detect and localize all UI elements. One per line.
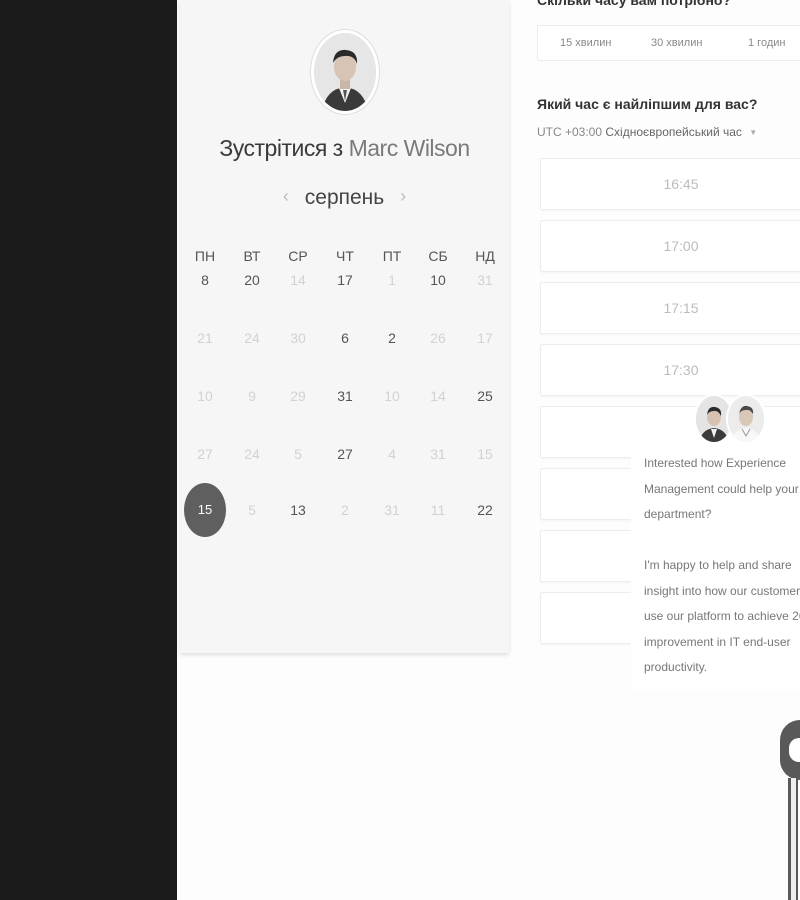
calendar-day: 11 — [430, 502, 446, 518]
calendar-day: 31 — [430, 446, 446, 462]
scheduler-card: Зустрітися з Marc Wilson ‹ серпень › ПН … — [180, 0, 509, 653]
calendar-day: 21 — [197, 330, 213, 346]
time-slot[interactable]: 17:00 — [540, 220, 800, 272]
calendar-day: 31 — [384, 502, 400, 518]
time-question: Який час є найліпшим для вас? — [537, 96, 758, 112]
calendar-day[interactable]: 10 — [418, 268, 458, 292]
time-slot-label: 17:30 — [663, 362, 699, 378]
month-navigation: ‹ серпень › — [180, 186, 509, 210]
weekday-label: НД — [475, 248, 495, 264]
calendar-day[interactable]: 22 — [465, 498, 505, 522]
time-slot[interactable]: 17:15 — [540, 282, 800, 334]
meeting-title-prefix: Зустрітися з — [219, 135, 343, 161]
calendar-day[interactable]: 27 — [325, 442, 365, 466]
duration-selector: 15 хвилин 30 хвилин 1 годин — [537, 25, 800, 61]
calendar-day: 14 — [430, 388, 446, 404]
left-dark-panel — [0, 0, 177, 900]
time-slot[interactable]: 17:30 — [540, 344, 800, 396]
caret-down-icon: ▼ — [749, 128, 758, 137]
calendar-day: 10 — [384, 388, 400, 404]
time-slot[interactable]: 16:45 — [540, 158, 800, 210]
duration-option-15[interactable]: 15 хвилин — [560, 26, 611, 60]
calendar-day: 24 — [244, 330, 260, 346]
calendar-day[interactable]: 6 — [325, 326, 365, 350]
time-slot-label: 16:45 — [663, 176, 699, 192]
calendar-day: 31 — [477, 272, 493, 288]
host-avatar — [314, 33, 376, 111]
launcher-inner — [789, 738, 800, 762]
duration-question: Скільки часу вам потрібно? — [537, 0, 732, 8]
calendar-day: 10 — [197, 388, 213, 404]
calendar-day[interactable]: 13 — [278, 498, 318, 522]
calendar-day[interactable]: 8 — [185, 268, 225, 292]
calendar-day: 1 — [388, 272, 396, 288]
calendar-day: 24 — [244, 446, 260, 462]
launcher-edge-inner — [791, 778, 796, 900]
chat-bubble-icon[interactable] — [780, 720, 800, 780]
calendar-day: 2 — [341, 502, 349, 518]
chat-message: Interested how Experience Management cou… — [644, 456, 800, 674]
calendar-day[interactable]: 31 — [325, 384, 365, 408]
timezone-name: Східноєвропейський час — [605, 125, 742, 139]
host-name: Marc Wilson — [348, 135, 471, 161]
meeting-title: Зустрітися з Marc Wilson — [180, 135, 509, 162]
timezone-offset: UTC +03:00 — [537, 125, 603, 139]
timezone-selector[interactable]: UTC +03:00 Східноєвропейський час ▼ — [537, 125, 757, 139]
calendar-day[interactable]: 17 — [325, 268, 365, 292]
calendar-day: 5 — [248, 502, 256, 518]
chat-popup[interactable]: Interested how Experience Management cou… — [631, 438, 800, 690]
time-slot-label: 17:00 — [663, 238, 699, 254]
calendar-day: 26 — [430, 330, 446, 346]
weekday-label: ЧТ — [336, 248, 354, 264]
chevron-right-icon[interactable]: › — [390, 186, 416, 206]
duration-option-30[interactable]: 30 хвилин — [651, 26, 702, 60]
calendar-day: 15 — [477, 446, 493, 462]
calendar-day: 27 — [197, 446, 213, 462]
calendar-day: 5 — [294, 446, 302, 462]
calendar-day: 30 — [290, 330, 306, 346]
weekday-label: СР — [288, 248, 308, 264]
calendar-day-selected[interactable]: 15 — [184, 483, 226, 537]
calendar-day[interactable]: 2 — [372, 326, 412, 350]
calendar-day[interactable]: 25 — [465, 384, 505, 408]
chevron-left-icon[interactable]: ‹ — [273, 186, 299, 206]
weekday-label: ПН — [194, 248, 216, 264]
month-label: серпень — [304, 186, 385, 209]
calendar-day: 29 — [290, 388, 306, 404]
calendar-day: 9 — [248, 388, 256, 404]
weekday-label: ВТ — [243, 248, 261, 264]
calendar-day[interactable]: 20 — [232, 268, 272, 292]
calendar-day: 4 — [388, 446, 396, 462]
calendar-day: 14 — [290, 272, 306, 288]
weekday-label: СБ — [428, 248, 448, 264]
agent-avatar — [726, 394, 766, 444]
duration-option-60[interactable]: 1 годин — [748, 26, 785, 60]
calendar-day: 17 — [477, 330, 493, 346]
weekday-label: ПТ — [382, 248, 402, 264]
time-slot-label: 17:15 — [663, 300, 699, 316]
